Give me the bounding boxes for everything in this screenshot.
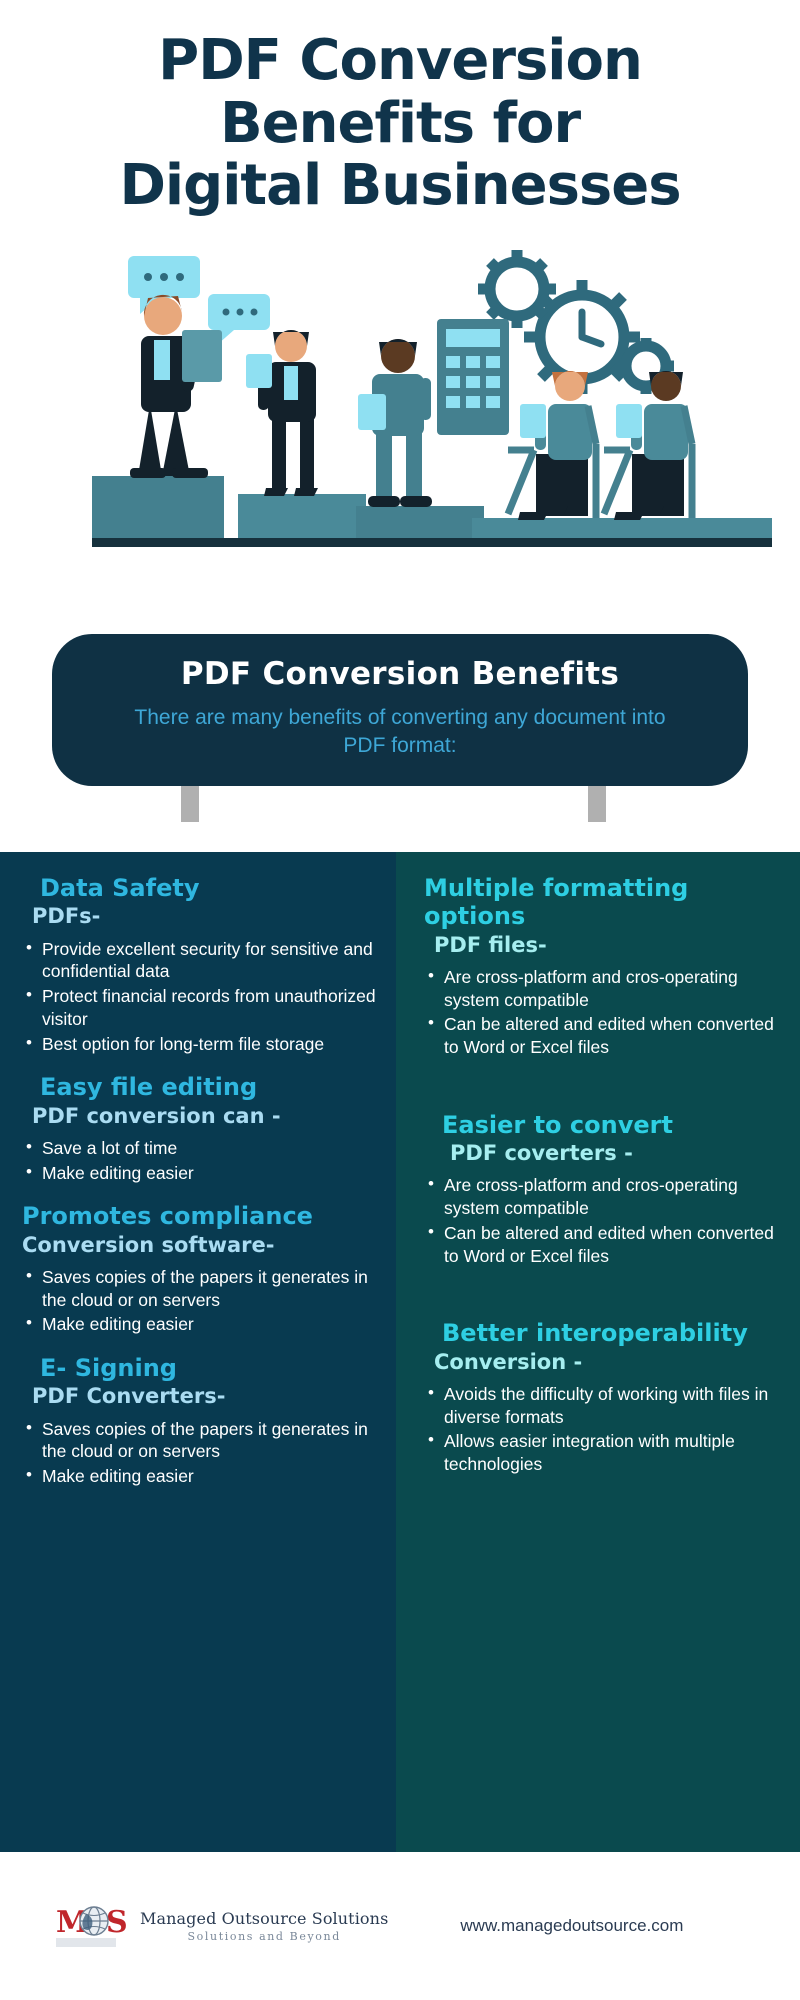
list-item: Can be altered and edited when converted… [424, 1012, 784, 1059]
list-item: Avoids the difficulty of working with fi… [424, 1382, 784, 1429]
infographic-root: PDF Conversion Benefits for Digital Busi… [0, 0, 800, 2000]
section-subtitle: Conversion software- [22, 1232, 275, 1257]
banner-subtitle: There are many benefits of converting an… [134, 706, 666, 757]
podium-base [92, 538, 772, 548]
page-title-line-2: Benefits for [219, 90, 581, 156]
section-easy-file-editing: Easy file editing PDF conversion can - S… [22, 1073, 378, 1184]
podium-step-4 [472, 518, 772, 539]
section-title: Easier to convert [442, 1110, 673, 1139]
section-subtitle: PDF conversion can - [32, 1103, 281, 1128]
section-easier-to-convert: Easier to convert PDF coverters - Are cr… [424, 1111, 784, 1268]
section-bullets: Save a lot of time Make editing easier [22, 1136, 378, 1185]
list-item: Can be altered and edited when converted… [424, 1221, 784, 1268]
section-bullets: Are cross-platform and cros-operating sy… [424, 965, 784, 1059]
brand-name: Managed Outsource Solutions [140, 1909, 389, 1928]
section-better-interoperability: Better interoperability Conversion - Avo… [424, 1319, 784, 1476]
podium-step-2 [238, 494, 366, 539]
brand-tagline: Solutions and Beyond [187, 1930, 341, 1943]
podium-step-1 [92, 476, 224, 539]
mos-globe-logo: M S [56, 1905, 128, 1947]
list-item: Provide excellent security for sensitive… [22, 937, 378, 984]
list-item: Make editing easier [22, 1161, 378, 1185]
list-item: Save a lot of time [22, 1136, 378, 1160]
section-subtitle: PDF coverters - [450, 1141, 633, 1166]
banner-title: PDF Conversion Benefits [180, 656, 620, 692]
person-woman-standing [246, 330, 318, 497]
banner-wrapper: PDF Conversion Benefits There are many b… [0, 634, 800, 822]
mos-logo-icon: M S [56, 1900, 130, 1952]
business-team-illustration [92, 250, 772, 548]
list-item: Saves copies of the papers it generates … [22, 1417, 378, 1464]
section-title: Data Safety [40, 874, 200, 902]
section-bullets: Avoids the difficulty of working with fi… [424, 1382, 784, 1476]
section-title: E- Signing [40, 1354, 177, 1382]
header: PDF Conversion Benefits for Digital Busi… [0, 0, 800, 218]
section-bullets: Are cross-platform and cros-operating sy… [424, 1173, 784, 1268]
section-subtitle: Conversion - [434, 1349, 583, 1374]
list-item: Are cross-platform and cros-operating sy… [424, 965, 784, 1012]
brand-block: M S Managed Outsource Solutions Solution… [56, 1900, 388, 1952]
clock-hands-icon [578, 308, 605, 348]
svg-text:S: S [106, 1905, 128, 1940]
right-column: Multiple formatting options PDF files- A… [396, 852, 800, 1852]
left-column: Data Safety PDFs- Provide excellent secu… [0, 852, 396, 1852]
section-subtitle: PDFs- [32, 904, 101, 929]
section-title: Multiple formatting options [424, 874, 689, 931]
list-item: Saves copies of the papers it generates … [22, 1265, 378, 1312]
banner-leg-left [181, 786, 199, 822]
section-title: Better interoperability [442, 1319, 748, 1348]
section-data-safety: Data Safety PDFs- Provide excellent secu… [22, 874, 378, 1055]
list-item: Allows easier integration with multiple … [424, 1429, 784, 1476]
page-title-line-1: PDF Conversion [158, 28, 643, 93]
person-seated-woman [504, 371, 600, 521]
section-e-signing: E- Signing PDF Converters- Saves copies … [22, 1354, 378, 1488]
list-item: Protect financial records from unauthori… [22, 984, 378, 1031]
section-multiple-formatting-options: Multiple formatting options PDF files- A… [424, 874, 784, 1059]
page-title: PDF Conversion Benefits for Digital Busi… [40, 28, 760, 219]
list-item: Are cross-platform and cros-operating sy… [424, 1173, 784, 1220]
section-subtitle: PDF Converters- [32, 1384, 226, 1409]
website-url[interactable]: www.managedoutsource.com [460, 1916, 683, 1936]
list-item: Best option for long-term file storage [22, 1032, 378, 1056]
section-promotes-compliance: Promotes compliance Conversion software-… [22, 1202, 378, 1336]
footer: M S Managed Outsource Solutions Solution… [0, 1852, 800, 2000]
brand-text: Managed Outsource Solutions Solutions an… [140, 1909, 388, 1943]
banner-leg-right [588, 786, 606, 822]
banner-card: PDF Conversion Benefits There are many b… [52, 634, 748, 786]
person-tablet-user [358, 339, 432, 508]
section-bullets: Saves copies of the papers it generates … [22, 1265, 378, 1336]
list-item: Make editing easier [22, 1464, 378, 1488]
section-bullets: Saves copies of the papers it generates … [22, 1417, 378, 1488]
section-subtitle: PDF files- [434, 932, 547, 957]
section-bullets: Provide excellent security for sensitive… [22, 937, 378, 1056]
podium-step-3 [356, 506, 484, 539]
calculator-board [437, 319, 509, 436]
page-title-line-3: Digital Businesses [119, 153, 681, 219]
benefits-columns: Data Safety PDFs- Provide excellent secu… [0, 852, 800, 1852]
section-title: Easy file editing [40, 1073, 258, 1102]
section-title: Promotes compliance [22, 1202, 313, 1231]
hero-illustration [0, 244, 800, 585]
list-item: Make editing easier [22, 1312, 378, 1336]
